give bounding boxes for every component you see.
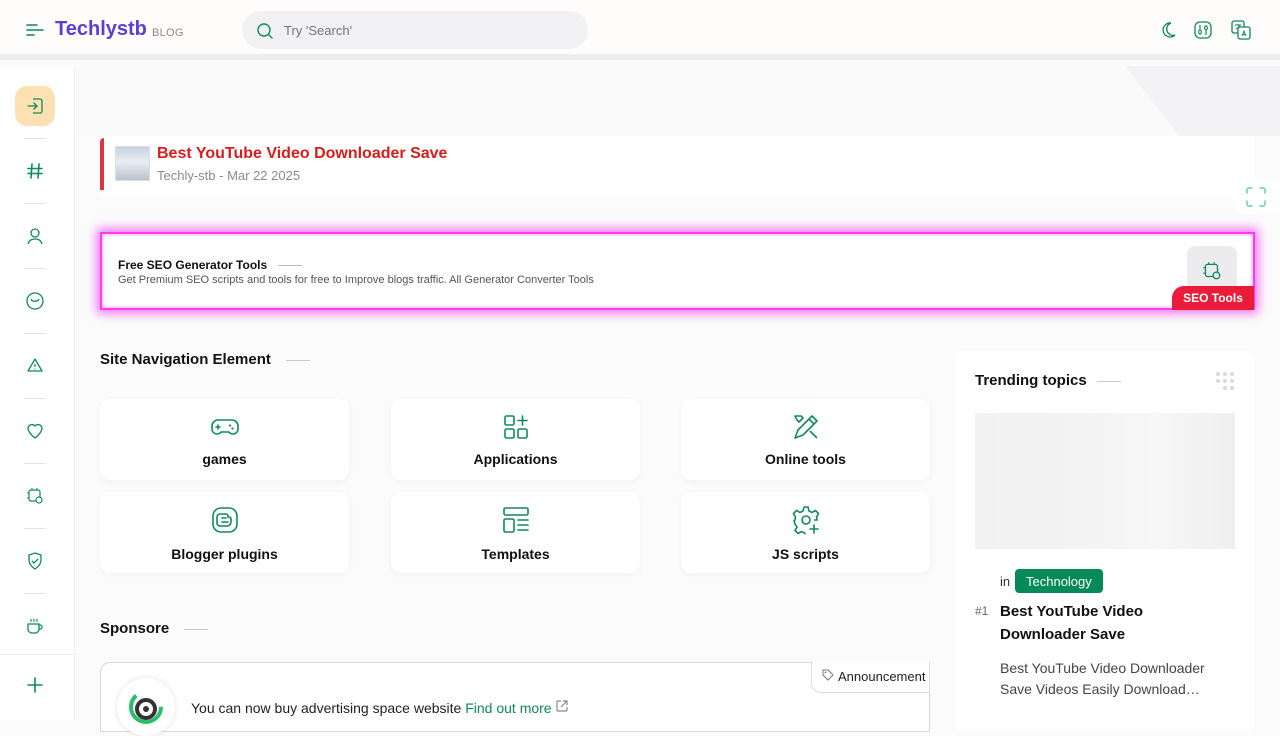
coffee-icon[interactable] [15, 606, 55, 646]
sidebar-divider [24, 268, 46, 269]
template-icon [500, 504, 532, 536]
sidebar-divider [24, 203, 46, 204]
nav-card-online-tools[interactable]: Online tools [681, 399, 930, 480]
heading-underline [1097, 381, 1121, 382]
external-link-icon[interactable] [555, 700, 569, 716]
settings-plus-icon [790, 504, 822, 536]
site-logo[interactable]: Techlystb [55, 18, 147, 41]
dark-mode-moon-icon[interactable] [1158, 20, 1178, 40]
sponsor-box [100, 662, 930, 732]
nav-card-js-scripts[interactable]: JS scripts [681, 492, 930, 573]
nav-card-applications[interactable]: Applications [391, 399, 640, 480]
sidebar-divider [24, 463, 46, 464]
trending-panel: Trending topics in Technology #1 Best Yo… [955, 351, 1255, 731]
left-sidebar [0, 66, 75, 720]
shield-check-icon[interactable] [15, 541, 55, 581]
sidebar-divider [24, 528, 46, 529]
gamepad-icon [209, 411, 241, 443]
tools-icon [790, 411, 822, 443]
sidebar-divider [24, 593, 46, 594]
nav-card-games[interactable]: games [100, 399, 349, 480]
nav-card-blogger-plugins[interactable]: Blogger plugins [100, 492, 349, 573]
sponsor-heading: Sponsore [100, 620, 170, 637]
trending-rank: #1 [975, 604, 989, 618]
translate-icon[interactable] [1231, 20, 1251, 40]
heart-icon[interactable] [15, 411, 55, 451]
add-plus-icon[interactable] [15, 665, 55, 705]
search-input[interactable] [284, 11, 574, 49]
nav-card-label: JS scripts [772, 546, 839, 562]
search-icon [256, 22, 274, 45]
apps-grid-icon [500, 411, 532, 443]
sidebar-divider [0, 654, 75, 655]
post-title[interactable]: Best YouTube Video Downloader Save [157, 145, 447, 163]
sidebar-divider [24, 398, 46, 399]
announcement-label: Announcement [838, 669, 926, 684]
category-prefix: in [1000, 574, 1011, 589]
find-out-more-link[interactable]: Find out more [465, 700, 551, 716]
nav-card-label: Online tools [765, 451, 846, 467]
fullscreen-icon[interactable] [1232, 180, 1280, 214]
trending-post-title[interactable]: Best YouTube Video Downloader Save [1000, 600, 1210, 646]
top-header: Techlystb BLOG [0, 0, 1280, 60]
user-icon[interactable] [15, 216, 55, 256]
site-nav-heading: Site Navigation Element [100, 351, 271, 368]
title-underline [278, 265, 302, 266]
seo-card-title: Free SEO Generator Tools [118, 258, 268, 272]
sponsor-logo [117, 678, 175, 736]
cpu-settings-icon[interactable] [15, 476, 55, 516]
nav-card-label: Applications [473, 451, 558, 467]
tag-icon [822, 669, 834, 684]
seo-tools-badge[interactable]: SEO Tools [1172, 286, 1254, 310]
search-bar[interactable] [242, 11, 588, 49]
heading-underline [184, 629, 208, 630]
post-thumbnail[interactable] [115, 146, 150, 181]
settings-sliders-icon[interactable] [1193, 20, 1213, 40]
trending-post-image[interactable] [975, 413, 1235, 549]
heading-underline [286, 360, 310, 361]
nav-card-templates[interactable]: Templates [391, 492, 640, 573]
menu-icon[interactable] [24, 20, 46, 40]
post-meta: Techly-stb - Mar 22 2025 [157, 168, 301, 183]
trending-post-snippet: Best YouTube Video Downloader Save Video… [1000, 660, 1205, 697]
post-accent-bar [100, 138, 104, 190]
sidebar-divider [24, 138, 46, 139]
login-icon[interactable] [15, 86, 55, 126]
sidebar-divider [24, 333, 46, 334]
smile-icon[interactable] [15, 281, 55, 321]
top-band [75, 66, 1280, 136]
sponsor-message: You can now buy advertising space websit… [191, 700, 462, 716]
seo-tools-card[interactable]: Free SEO Generator Tools Get Premium SEO… [100, 232, 1255, 310]
hashtag-icon[interactable] [15, 151, 55, 191]
seo-card-description: Get Premium SEO scripts and tools for fr… [118, 274, 594, 286]
sponsor-text: You can now buy advertising space websit… [191, 699, 569, 716]
blogger-icon [209, 504, 241, 536]
dots-grid-icon[interactable] [1214, 370, 1236, 392]
announcement-tag[interactable]: Announcement [811, 661, 930, 693]
trending-heading: Trending topics [975, 372, 1087, 389]
nav-card-label: Templates [481, 546, 550, 562]
nav-card-label: Blogger plugins [171, 546, 278, 562]
logo-subtitle: BLOG [152, 27, 184, 39]
nav-card-label: games [202, 451, 247, 467]
warning-icon[interactable] [15, 346, 55, 386]
category-badge[interactable]: Technology [1015, 569, 1103, 593]
